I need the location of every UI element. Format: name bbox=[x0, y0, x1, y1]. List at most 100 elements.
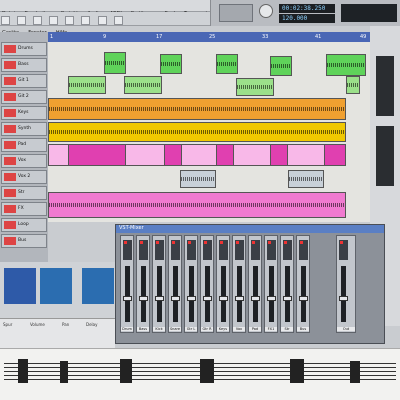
time-display: 00:02:38.250 bbox=[279, 4, 335, 13]
note-cluster bbox=[120, 359, 132, 383]
mixer-channel[interactable]: Bus bbox=[296, 235, 310, 333]
audio-part[interactable] bbox=[216, 54, 238, 74]
audio-part[interactable] bbox=[326, 54, 366, 76]
fader-knob[interactable] bbox=[283, 296, 292, 301]
midi-part[interactable] bbox=[324, 144, 346, 166]
plugin-icon[interactable] bbox=[4, 268, 36, 304]
fader-knob[interactable] bbox=[251, 296, 260, 301]
track-header[interactable]: Pad bbox=[1, 138, 47, 152]
record-icon[interactable] bbox=[4, 77, 16, 85]
fader-knob[interactable] bbox=[339, 296, 348, 301]
record-icon[interactable] bbox=[4, 189, 16, 197]
record-icon[interactable] bbox=[4, 61, 16, 69]
mixer-channel[interactable]: Gtr R bbox=[200, 235, 214, 333]
tool-split-icon[interactable] bbox=[33, 16, 43, 25]
fader-knob[interactable] bbox=[155, 296, 164, 301]
tool-pointer-icon[interactable] bbox=[1, 16, 10, 25]
track-header[interactable]: Git 2 bbox=[1, 90, 47, 104]
record-icon[interactable] bbox=[4, 221, 16, 229]
audio-part[interactable] bbox=[180, 170, 216, 188]
record-icon[interactable] bbox=[4, 109, 16, 117]
mixer-channel[interactable]: Keys bbox=[216, 235, 230, 333]
inspector-field[interactable]: Pan bbox=[62, 322, 69, 327]
mixer-channel[interactable]: Vox bbox=[232, 235, 246, 333]
tool-draw-icon[interactable] bbox=[113, 16, 123, 25]
plugin-icon[interactable] bbox=[40, 268, 72, 304]
track-header[interactable]: Vox bbox=[1, 154, 47, 168]
mixer-channel[interactable]: Kick bbox=[152, 235, 166, 333]
audio-part[interactable] bbox=[346, 76, 360, 94]
note-cluster bbox=[60, 361, 68, 383]
audio-part[interactable] bbox=[48, 122, 346, 142]
audio-part[interactable] bbox=[68, 76, 106, 94]
track-header[interactable]: Str bbox=[1, 186, 47, 200]
audio-part[interactable] bbox=[236, 78, 274, 96]
inspector-field[interactable]: Volume bbox=[30, 322, 45, 327]
record-icon[interactable] bbox=[4, 157, 16, 165]
plugin-panel bbox=[0, 262, 115, 318]
midi-part[interactable] bbox=[164, 144, 182, 166]
record-icon[interactable] bbox=[4, 173, 16, 181]
mixer-channel[interactable]: FX1 bbox=[264, 235, 278, 333]
audio-part[interactable] bbox=[48, 98, 346, 120]
tool-range-icon[interactable] bbox=[17, 16, 27, 25]
track-header[interactable]: Drums bbox=[1, 42, 47, 56]
mixer-channel[interactable]: Str bbox=[280, 235, 294, 333]
record-icon[interactable] bbox=[4, 45, 16, 53]
tool-mute-icon[interactable] bbox=[97, 16, 107, 25]
audio-part[interactable] bbox=[288, 170, 324, 188]
ruler-mark: 41 bbox=[315, 34, 322, 40]
track-header[interactable]: Synth bbox=[1, 122, 47, 136]
score-editor[interactable] bbox=[0, 348, 400, 400]
record-icon[interactable] bbox=[4, 237, 16, 245]
inspector-field[interactable]: Delay bbox=[86, 322, 97, 327]
mixer-channel[interactable]: Drum bbox=[120, 235, 134, 333]
track-header[interactable]: Git 1 bbox=[1, 74, 47, 88]
track-header[interactable]: FX bbox=[1, 202, 47, 216]
record-icon[interactable] bbox=[4, 141, 16, 149]
fader-knob[interactable] bbox=[267, 296, 276, 301]
midi-part[interactable] bbox=[216, 144, 234, 166]
transport-panel: 00:02:38.250 120.000 bbox=[210, 0, 400, 26]
fader-knob[interactable] bbox=[235, 296, 244, 301]
audio-part[interactable] bbox=[104, 52, 126, 74]
arrange-window[interactable] bbox=[48, 42, 370, 222]
tool-zoom-icon[interactable] bbox=[81, 16, 91, 25]
fader-knob[interactable] bbox=[123, 296, 132, 301]
ruler-mark: 1 bbox=[50, 34, 54, 40]
master-channel[interactable]: Out bbox=[336, 235, 356, 333]
transport-controls[interactable] bbox=[219, 4, 253, 22]
track-header[interactable]: Bass bbox=[1, 58, 47, 72]
tool-glue-icon[interactable] bbox=[49, 16, 59, 25]
mixer-channel[interactable]: Snare bbox=[168, 235, 182, 333]
audio-part[interactable] bbox=[160, 54, 182, 74]
fader-knob[interactable] bbox=[219, 296, 228, 301]
record-icon[interactable] bbox=[4, 125, 16, 133]
fader-knob[interactable] bbox=[139, 296, 148, 301]
fader-knob[interactable] bbox=[171, 296, 180, 301]
inspector-field[interactable]: Spur bbox=[3, 322, 12, 327]
track-header[interactable]: Bus bbox=[1, 234, 47, 248]
audio-part[interactable] bbox=[124, 76, 162, 94]
mixer-channel[interactable]: Bass bbox=[136, 235, 150, 333]
inspector-panel: Spur Volume Pan Delay bbox=[0, 318, 115, 348]
timeline-ruler[interactable]: 1 9 17 25 33 41 49 bbox=[48, 32, 370, 42]
fader-knob[interactable] bbox=[187, 296, 196, 301]
track-header[interactable]: Keys bbox=[1, 106, 47, 120]
midi-part[interactable] bbox=[68, 144, 126, 166]
tool-erase-icon[interactable] bbox=[65, 16, 75, 25]
record-icon[interactable] bbox=[4, 205, 16, 213]
audio-part[interactable] bbox=[270, 56, 292, 76]
note-cluster bbox=[200, 359, 214, 383]
track-header[interactable]: Vox 2 bbox=[1, 170, 47, 184]
fader-knob[interactable] bbox=[299, 296, 308, 301]
mixer-channel[interactable]: Gtr L bbox=[184, 235, 198, 333]
midi-part[interactable] bbox=[270, 144, 288, 166]
mixer-channel[interactable]: Pad bbox=[248, 235, 262, 333]
jog-wheel-icon[interactable] bbox=[259, 4, 273, 18]
audio-part[interactable] bbox=[48, 192, 346, 218]
record-icon[interactable] bbox=[4, 93, 16, 101]
fader-knob[interactable] bbox=[203, 296, 212, 301]
plugin-icon[interactable] bbox=[82, 268, 114, 304]
track-header[interactable]: Loop bbox=[1, 218, 47, 232]
